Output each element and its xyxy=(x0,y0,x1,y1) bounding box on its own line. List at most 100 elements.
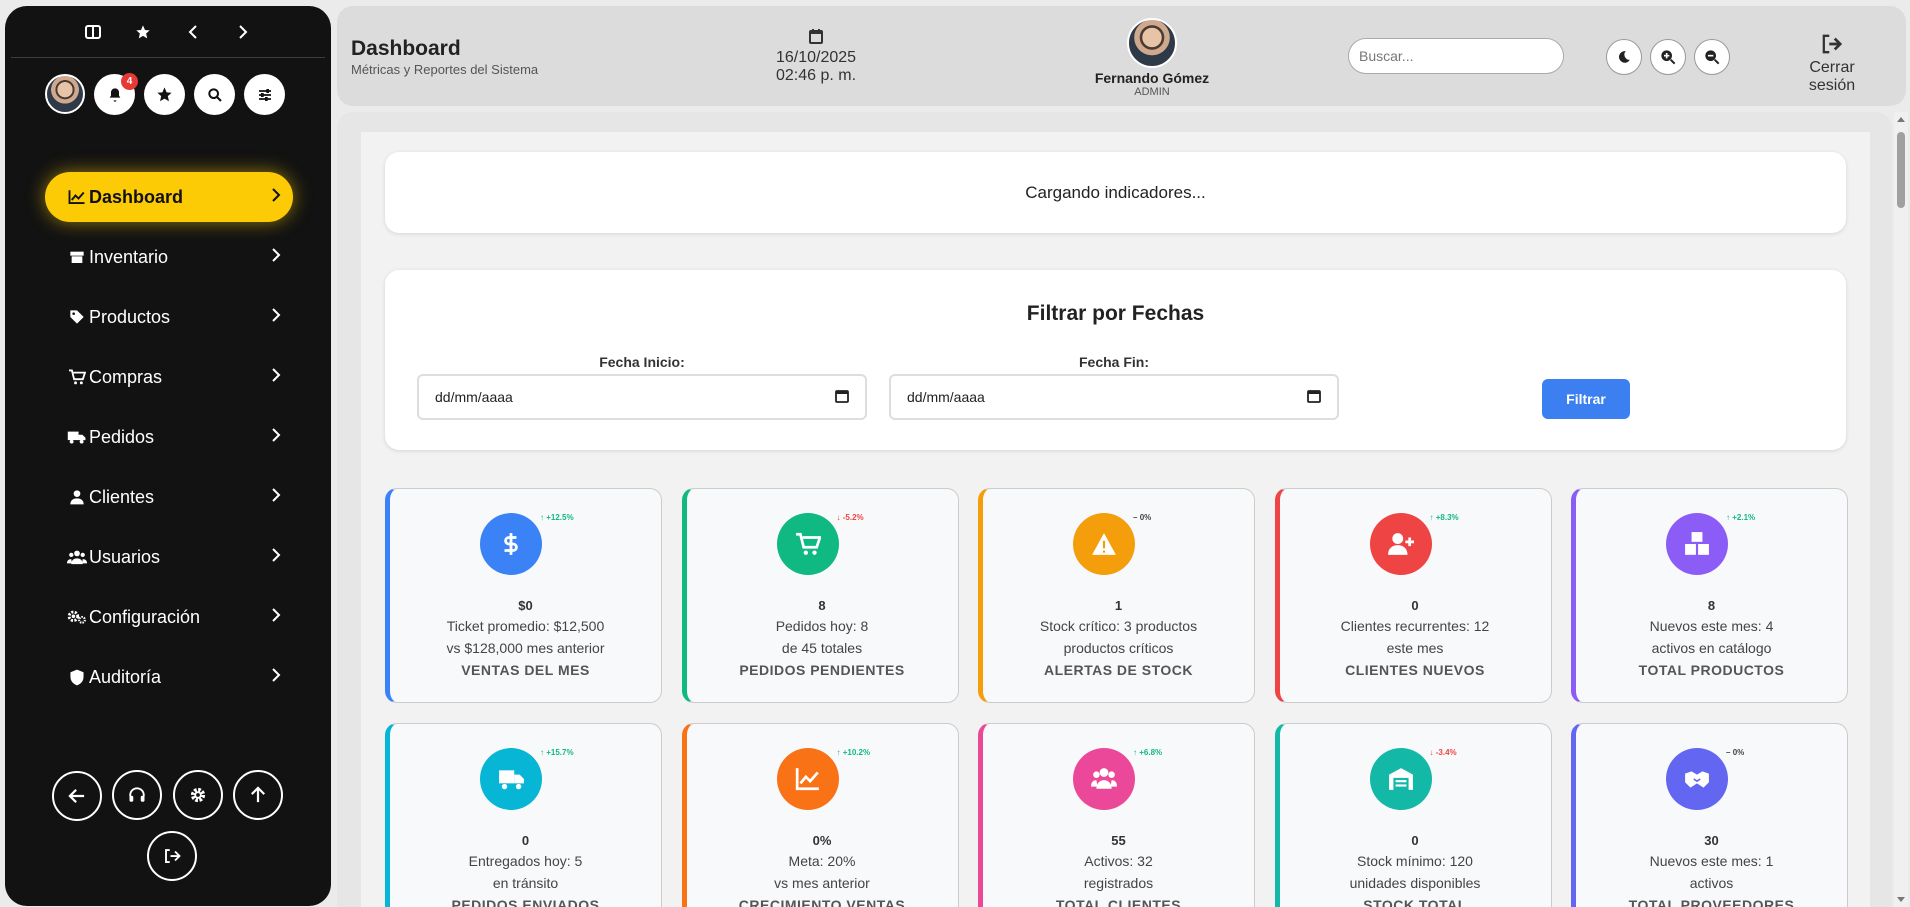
logout-icon xyxy=(165,849,181,863)
user-profile[interactable]: Fernando Gómez ADMIN xyxy=(1087,18,1217,98)
stat-detail-secondary: en tránsito xyxy=(492,875,559,891)
stat-value: 1 xyxy=(1114,598,1123,613)
end-date-label: Fecha Fin: xyxy=(1078,354,1149,370)
trend-arrow-icon: ↓ xyxy=(836,513,841,522)
sidebar-item-usuarios[interactable]: Usuarios xyxy=(45,532,293,582)
avatar[interactable] xyxy=(1127,18,1177,68)
stat-detail-secondary: registrados xyxy=(1083,875,1154,891)
warning-icon xyxy=(1073,513,1135,575)
stat-value: 8 xyxy=(1707,598,1716,613)
trend-value: +8.3% xyxy=(1435,513,1459,522)
stat-card-pedidos-enviados[interactable]: ↑ +15.7% 0 Entregados hoy: 5 en tránsito PED… xyxy=(385,723,662,907)
scroll-up-arrow[interactable] xyxy=(1897,117,1905,122)
sidebar-item-inventario[interactable]: Inventario xyxy=(45,232,293,282)
logout-button[interactable]: Cerrar sesión xyxy=(1786,34,1878,95)
sidebar-item-productos[interactable]: Productos xyxy=(45,292,293,342)
logout-icon xyxy=(1786,34,1878,59)
zoom-out-button[interactable] xyxy=(1694,39,1730,75)
trend-arrow-icon: ↑ xyxy=(1133,748,1137,757)
settings-button[interactable] xyxy=(172,770,223,820)
stat-detail: Stock crítico: 3 productos xyxy=(1039,618,1198,634)
cart-icon xyxy=(67,369,87,385)
sidebar-quick-actions: 4 xyxy=(45,73,285,115)
shield-icon xyxy=(67,669,87,686)
trend-value: 0% xyxy=(1139,513,1152,522)
sidebar-item-label: Compras xyxy=(89,366,163,387)
back-button[interactable] xyxy=(52,771,102,821)
filter-button[interactable]: Filtrar xyxy=(1542,379,1630,419)
stat-label: STOCK TOTAL xyxy=(1363,897,1467,907)
star-icon xyxy=(157,87,172,102)
sidebar-footer-actions xyxy=(52,770,292,891)
stat-card-alertas-de-stock[interactable]: – 0% 1 Stock crítico: 3 productos productos… xyxy=(978,488,1255,703)
trend-arrow-icon: – xyxy=(1133,513,1138,522)
arrow-up-icon xyxy=(251,786,266,803)
stat-card-total-productos[interactable]: ↑ +2.1% 8 Nuevos este mes: 4 activos en cat… xyxy=(1571,488,1848,703)
filter-title: Filtrar por Fechas xyxy=(1026,302,1205,325)
sidebar-item-label: Auditoría xyxy=(89,666,162,687)
user-icon xyxy=(67,489,87,505)
chevron-right-icon[interactable] xyxy=(229,18,257,46)
sidebar-item-configuracion[interactable]: Configuración xyxy=(45,592,293,642)
support-button[interactable] xyxy=(112,770,163,820)
sidebar-logout-button[interactable] xyxy=(147,831,197,881)
trend-arrow-icon: – xyxy=(1726,748,1731,757)
stat-label: TOTAL PROVEEDORES xyxy=(1628,897,1795,907)
scroll-down-arrow[interactable] xyxy=(1897,897,1905,902)
stat-card-crecimiento-ventas[interactable]: ↑ +10.2% 0% Meta: 20% vs mes anterior CRECIM… xyxy=(681,723,959,907)
notification-badge: 4 xyxy=(121,73,138,90)
stat-detail-secondary: activos en catálogo xyxy=(1651,640,1772,656)
stat-value: 8 xyxy=(818,598,826,613)
search-input[interactable] xyxy=(1348,38,1564,74)
stat-card-clientes-nuevos[interactable]: ↑ +8.3% 0 Clientes recurrentes: 12 este mes… xyxy=(1274,488,1552,703)
stat-detail: Nuevos este mes: 4 xyxy=(1649,618,1774,634)
stat-card-pedidos-pendientes[interactable]: ↓ -5.2% 8 Pedidos hoy: 8 de 45 totales PEDID… xyxy=(681,488,959,703)
boxes-icon xyxy=(1666,513,1728,575)
end-date-input[interactable]: dd/mm/aaaa xyxy=(889,374,1339,420)
chevron-left-icon[interactable] xyxy=(179,18,207,46)
notifications-button[interactable]: 4 xyxy=(94,73,138,115)
trend-arrow-icon: ↑ xyxy=(540,513,544,522)
sidebar-item-pedidos[interactable]: Pedidos xyxy=(45,412,293,462)
star-icon[interactable] xyxy=(129,18,157,46)
layout-toggle-icon[interactable] xyxy=(79,18,107,46)
settings-sliders-button[interactable] xyxy=(244,74,285,115)
scroll-top-button[interactable] xyxy=(233,770,284,820)
avatar[interactable] xyxy=(45,74,85,114)
stat-card-total-clientes[interactable]: ↑ +6.8% 55 Activos: 32 registrados TOTAL CLI… xyxy=(978,723,1255,907)
start-date-input[interactable]: dd/mm/aaaa xyxy=(417,374,867,420)
trend-indicator: – 0% xyxy=(1133,513,1151,522)
scroll-thumb[interactable] xyxy=(1897,132,1905,208)
trend-value: +2.1% xyxy=(1732,513,1756,522)
stat-value: 0% xyxy=(812,833,832,848)
stat-label: VENTAS DEL MES xyxy=(461,662,590,678)
calendar-icon[interactable] xyxy=(1307,389,1321,406)
sidebar-item-auditoria[interactable]: Auditoría xyxy=(45,652,293,702)
dark-mode-button[interactable] xyxy=(1606,39,1642,75)
sidebar-item-clientes[interactable]: Clientes xyxy=(45,472,293,522)
search-button[interactable] xyxy=(194,74,235,115)
zoom-in-button[interactable] xyxy=(1650,39,1686,75)
main-content: Cargando indicadores... Filtrar por Fech… xyxy=(337,112,1892,907)
sidebar-item-dashboard[interactable]: Dashboard xyxy=(45,172,293,222)
trend-value: 0% xyxy=(1732,748,1745,757)
user-role: ADMIN xyxy=(1134,86,1170,98)
search-icon xyxy=(207,87,222,102)
calendar-icon[interactable] xyxy=(835,389,849,406)
user-plus-icon xyxy=(1369,513,1432,575)
stat-detail: Entregados hoy: 5 xyxy=(468,853,583,869)
scrollbar[interactable] xyxy=(1894,112,1908,907)
stat-card-total-proveedores[interactable]: – 0% 30 Nuevos este mes: 1 activos TOTAL PRO… xyxy=(1571,723,1848,907)
stat-detail: Meta: 20% xyxy=(788,853,856,869)
favorites-button[interactable] xyxy=(144,74,185,115)
trend-indicator: – 0% xyxy=(1726,748,1744,757)
sidebar-item-label: Clientes xyxy=(89,486,155,507)
chevron-right-icon xyxy=(271,666,281,687)
trend-indicator: ↑ +15.7% xyxy=(540,748,574,757)
sidebar-item-compras[interactable]: Compras xyxy=(45,352,293,402)
stat-card-ventas-del-mes[interactable]: ↑ +12.5% $0 Ticket promedio: $12,500 vs $12… xyxy=(385,488,662,703)
trend-value: -5.2% xyxy=(842,513,864,522)
stat-card-stock-total[interactable]: ↓ -3.4% 0 Stock mínimo: 120 unidades dispon… xyxy=(1274,723,1552,907)
datetime-display: 16/10/2025 02:46 p. m. xyxy=(771,28,861,85)
loading-indicator: Cargando indicadores... xyxy=(385,152,1846,233)
